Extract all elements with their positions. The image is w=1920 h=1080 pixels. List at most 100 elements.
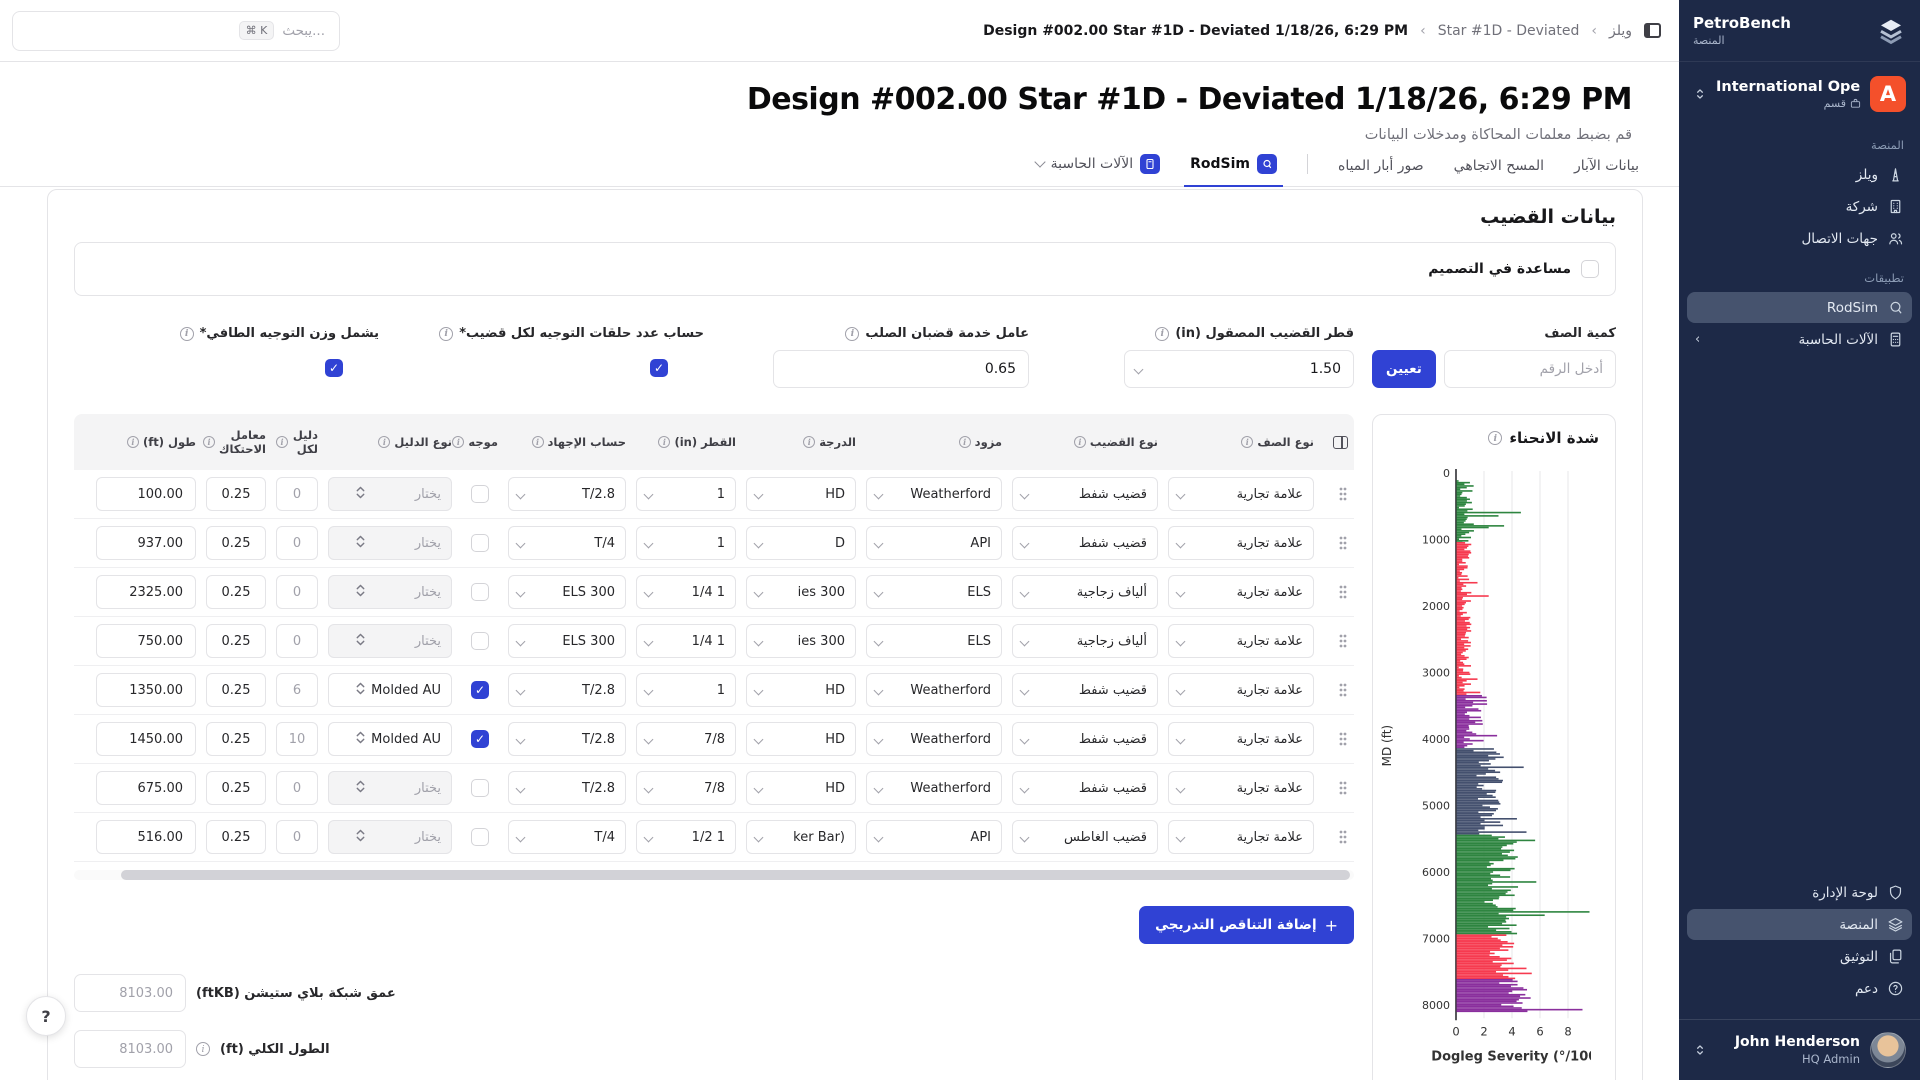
summary-field-value[interactable]: 8103.00 [74,1030,186,1068]
guide-type-select[interactable]: يختار [328,820,452,854]
friction-coeff-input[interactable]: 0.25 [206,624,266,658]
set-quantity-button[interactable]: تعيين [1372,350,1436,388]
length-input[interactable]: 750.00 [96,624,196,658]
rod-type-select[interactable]: قضيب شفط [1012,526,1158,560]
tab-صور-أبار-المياه[interactable]: صور أبار المياه [1338,158,1424,186]
length-input[interactable]: 1350.00 [96,673,196,707]
scrollbar-thumb[interactable] [121,870,1350,880]
sidebar-item-ويلز[interactable]: ويلز [1687,159,1912,190]
stress-calc-select[interactable]: ELS 300 [508,575,626,609]
guide-type-select[interactable]: Molded AU [328,722,452,756]
row-type-select[interactable]: علامة تجارية [1168,673,1314,707]
column-info-icon[interactable]: i [203,436,215,448]
tab-الآلات-الحاسبة[interactable]: الآلات الحاسبة [1036,154,1160,186]
grade-select[interactable]: HD [746,477,856,511]
sidebar-toggle-icon[interactable] [1644,23,1661,38]
diameter-select[interactable]: 1/4 1 [636,624,736,658]
stress-calc-select[interactable]: T/2.8 [508,722,626,756]
calc-guides-checkbox[interactable]: ✓ [650,359,668,377]
grade-select[interactable]: ies 300 [746,575,856,609]
guide-type-select[interactable]: يختار [328,477,452,511]
guided-checkbox[interactable]: ✓ [471,730,489,748]
rod-type-select[interactable]: ألياف زجاجية [1012,624,1158,658]
column-info-icon[interactable]: i [452,436,464,448]
guide-type-select[interactable]: يختار [328,771,452,805]
row-type-select[interactable]: علامة تجارية [1168,771,1314,805]
vendor-select[interactable]: Weatherford [866,673,1002,707]
guided-checkbox[interactable] [471,779,489,797]
row-type-select[interactable]: علامة تجارية [1168,624,1314,658]
guides-per-rod-input[interactable]: 0 [276,575,318,609]
friction-coeff-input[interactable]: 0.25 [206,477,266,511]
tab-المسح-الاتجاهي[interactable]: المسح الاتجاهي [1454,158,1544,186]
summary-info-icon[interactable]: i [196,1042,210,1056]
guided-checkbox[interactable] [471,485,489,503]
guided-checkbox[interactable] [471,534,489,552]
vendor-select[interactable]: API [866,526,1002,560]
grade-select[interactable]: ker Bar) [746,820,856,854]
service-factor-info-icon[interactable]: i [845,327,859,341]
friction-coeff-input[interactable]: 0.25 [206,526,266,560]
grade-select[interactable]: HD [746,673,856,707]
rod-type-select[interactable]: قضيب شفط [1012,673,1158,707]
search-input[interactable]: يبحث... ⌘ K [12,11,340,51]
row-type-select[interactable]: علامة تجارية [1168,526,1314,560]
length-input[interactable]: 675.00 [96,771,196,805]
guides-per-rod-input[interactable]: 0 [276,820,318,854]
polished-rod-select[interactable]: 1.50 [1124,350,1354,388]
vendor-select[interactable]: ELS [866,624,1002,658]
add-taper-button[interactable]: + إضافة التناقص التدريجي [1139,906,1354,944]
vendor-select[interactable]: Weatherford [866,771,1002,805]
breadcrumb-item[interactable]: Design #002.00 Star #1D - Deviated 1/18/… [983,23,1408,39]
friction-coeff-input[interactable]: 0.25 [206,820,266,854]
grade-select[interactable]: HD [746,722,856,756]
stress-calc-select[interactable]: T/2.8 [508,673,626,707]
sidebar-footer-item-admin-shield-icon[interactable]: لوحة الإدارة [1687,877,1912,908]
diameter-select[interactable]: 1 [636,673,736,707]
column-info-icon[interactable]: i [1074,436,1086,448]
diameter-select[interactable]: 1/4 1 [636,575,736,609]
vendor-select[interactable]: API [866,820,1002,854]
column-info-icon[interactable]: i [532,436,544,448]
guided-checkbox[interactable]: ✓ [471,681,489,699]
quantity-input[interactable]: أدخل الرقم [1444,350,1616,388]
columns-icon[interactable] [1333,436,1348,449]
drag-handle-icon[interactable] [1338,829,1348,845]
rod-type-select[interactable]: قضيب شفط [1012,477,1158,511]
diameter-select[interactable]: 1/2 1 [636,820,736,854]
guides-per-rod-input[interactable]: 0 [276,477,318,511]
column-info-icon[interactable]: i [276,436,288,448]
guides-per-rod-input[interactable]: 0 [276,624,318,658]
sidebar-footer-item-docs-icon[interactable]: التوثيق [1687,941,1912,972]
grade-select[interactable]: ies 300 [746,624,856,658]
breadcrumb-item[interactable]: Star #1D - Deviated [1438,23,1580,39]
user-menu[interactable]: John Henderson HQ Admin [1679,1019,1920,1080]
drag-handle-icon[interactable] [1338,486,1348,502]
summary-field-value[interactable]: 8103.00 [74,974,186,1012]
tab-rodsim[interactable]: RodSim [1190,154,1277,186]
guide-type-select[interactable]: يختار [328,575,452,609]
sidebar-item-جهات-الاتصال[interactable]: جهات الاتصال [1687,223,1912,254]
length-input[interactable]: 937.00 [96,526,196,560]
service-factor-input[interactable]: 0.65 [773,350,1029,388]
guide-type-select[interactable]: Molded AU [328,673,452,707]
stress-calc-select[interactable]: T/2.8 [508,477,626,511]
sidebar-item-rodsim[interactable]: RodSim [1687,292,1912,323]
rod-type-select[interactable]: ألياف زجاجية [1012,575,1158,609]
drag-handle-icon[interactable] [1338,633,1348,649]
drag-handle-icon[interactable] [1338,682,1348,698]
chart-info-icon[interactable]: i [1488,431,1502,445]
length-input[interactable]: 516.00 [96,820,196,854]
sidebar-item-شركة[interactable]: شركة [1687,191,1912,222]
guide-type-select[interactable]: يختار [328,624,452,658]
vendor-select[interactable]: Weatherford [866,722,1002,756]
diameter-select[interactable]: 1 [636,477,736,511]
stress-calc-select[interactable]: T/4 [508,526,626,560]
friction-coeff-input[interactable]: 0.25 [206,722,266,756]
org-switcher[interactable]: A International Operations قسم [1679,62,1920,122]
column-info-icon[interactable]: i [378,436,390,448]
grade-select[interactable]: D [746,526,856,560]
guided-checkbox[interactable] [471,828,489,846]
guided-checkbox[interactable] [471,583,489,601]
column-info-icon[interactable]: i [1241,436,1253,448]
